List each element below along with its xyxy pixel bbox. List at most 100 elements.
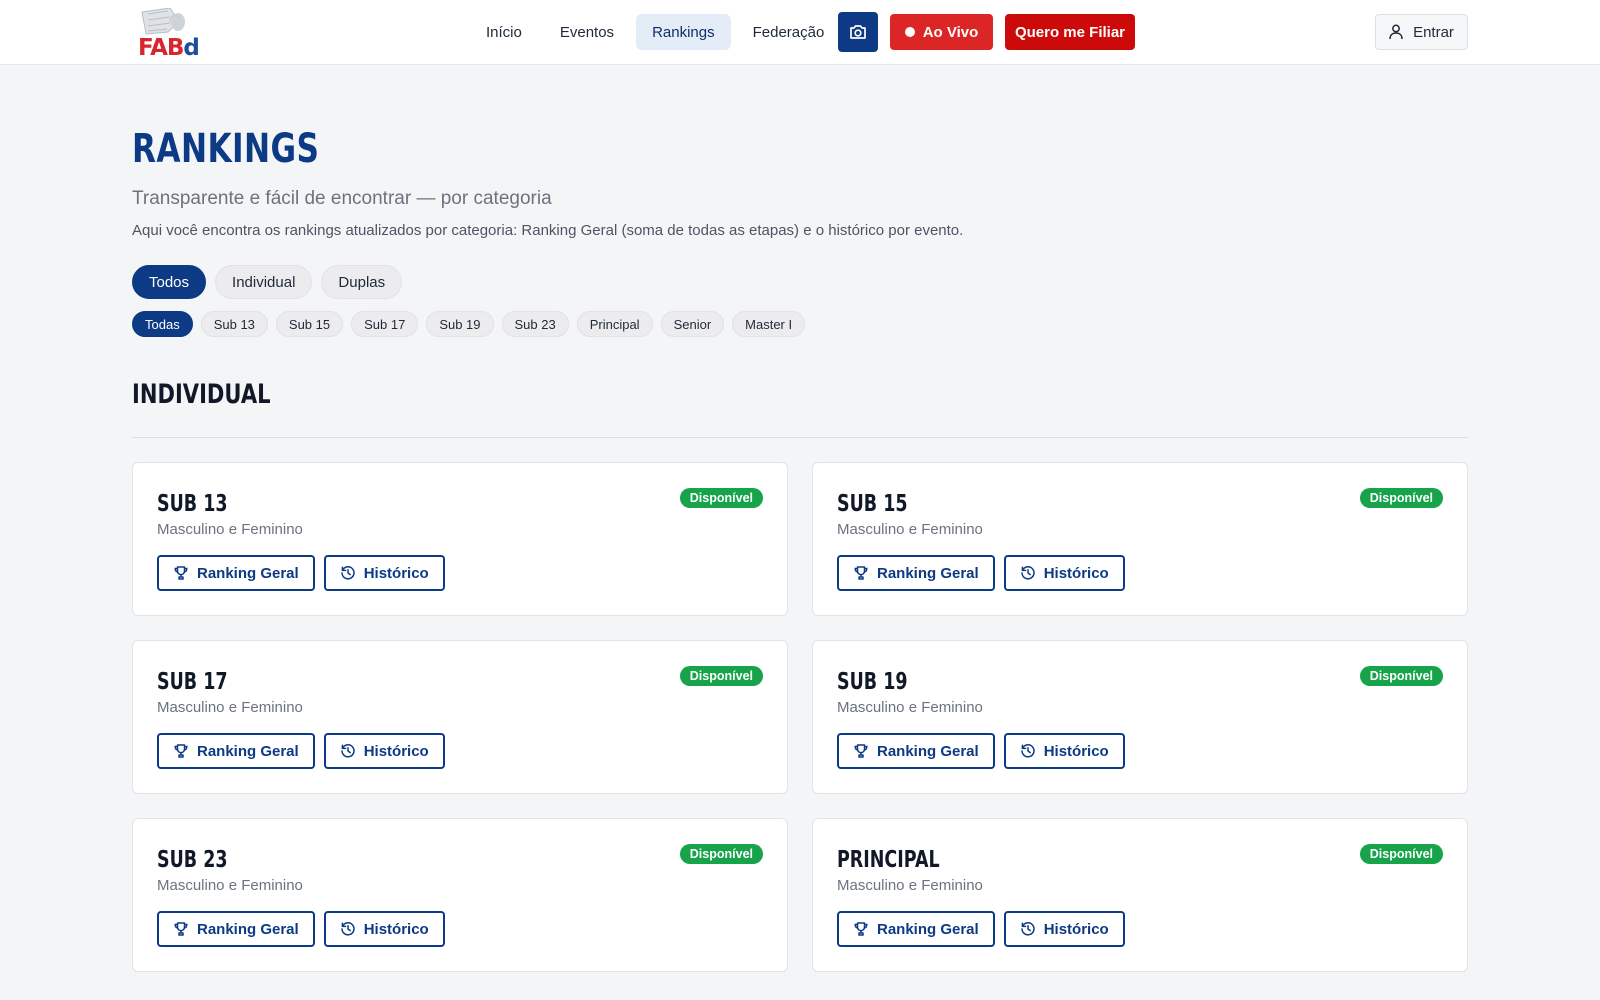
card-actions: Ranking Geral Histórico: [837, 911, 1125, 947]
type-filter-group: Todos Individual Duplas: [132, 265, 403, 299]
status-badge: Disponível: [1359, 666, 1443, 686]
filter-type-todos[interactable]: Todos: [132, 265, 207, 299]
ranking-geral-button[interactable]: Ranking Geral: [157, 733, 315, 769]
card-subtitle: Masculino e Feminino: [157, 699, 303, 716]
camera-icon: [850, 25, 866, 39]
ranking-geral-label: Ranking Geral: [877, 920, 979, 938]
ranking-card-sub-19: SUB 19 Masculino e Feminino Disponível R…: [812, 640, 1468, 794]
status-badge: Disponível: [679, 488, 763, 508]
trophy-icon: [854, 566, 868, 580]
card-title: SUB 19: [837, 669, 908, 695]
ranking-card-sub-17: SUB 17 Masculino e Feminino Disponível R…: [132, 640, 788, 794]
trophy-icon: [174, 744, 188, 758]
top-navbar: FABd Início Eventos Rankings Federação A…: [0, 0, 1600, 65]
card-subtitle: Masculino e Feminino: [157, 877, 303, 894]
historico-button[interactable]: Histórico: [1003, 911, 1125, 947]
historico-label: Histórico: [363, 920, 429, 938]
ranking-card-principal: PRINCIPAL Masculino e Feminino Disponíve…: [812, 818, 1468, 972]
status-badge: Disponível: [1359, 844, 1443, 864]
history-icon: [1020, 744, 1035, 758]
filter-cat-sub23[interactable]: Sub 23: [501, 311, 569, 337]
historico-button[interactable]: Histórico: [1003, 555, 1125, 591]
nav-item-rankings[interactable]: Rankings: [636, 14, 731, 50]
card-title: SUB 23: [157, 847, 228, 873]
card-subtitle: Masculino e Feminino: [837, 877, 983, 894]
historico-button[interactable]: Histórico: [1003, 733, 1125, 769]
section-title: INDIVIDUAL: [132, 379, 271, 410]
status-badge: Disponível: [1359, 488, 1443, 508]
category-filter-group: Todas Sub 13 Sub 15 Sub 17 Sub 19 Sub 23…: [132, 311, 806, 337]
ranking-geral-button[interactable]: Ranking Geral: [837, 733, 995, 769]
login-button[interactable]: Entrar: [1375, 14, 1468, 50]
card-title: SUB 15: [837, 491, 908, 517]
live-button[interactable]: Ao Vivo: [890, 14, 993, 50]
logo-text-red: FAB: [138, 35, 184, 61]
card-title: PRINCIPAL: [837, 847, 940, 873]
nav-item-federacao[interactable]: Federação: [737, 14, 841, 50]
filter-cat-principal[interactable]: Principal: [576, 311, 653, 337]
card-subtitle: Masculino e Feminino: [837, 699, 983, 716]
card-title: SUB 17: [157, 669, 228, 695]
ranking-geral-button[interactable]: Ranking Geral: [157, 555, 315, 591]
card-actions: Ranking Geral Histórico: [157, 733, 445, 769]
historico-button[interactable]: Histórico: [323, 911, 445, 947]
historico-label: Histórico: [363, 742, 429, 760]
historico-button[interactable]: Histórico: [323, 733, 445, 769]
card-actions: Ranking Geral Histórico: [837, 733, 1125, 769]
card-subtitle: Masculino e Feminino: [837, 521, 983, 538]
logo-text: FABd: [138, 35, 200, 61]
filter-cat-sub15[interactable]: Sub 15: [275, 311, 344, 337]
history-icon: [1020, 566, 1035, 580]
status-badge: Disponível: [679, 666, 763, 686]
page-title: RANKINGS: [132, 126, 320, 172]
historico-label: Histórico: [363, 564, 429, 582]
filter-cat-todas[interactable]: Todas: [132, 311, 193, 337]
trophy-icon: [174, 922, 188, 936]
historico-button[interactable]: Histórico: [323, 555, 445, 591]
main-nav: Início Eventos Rankings Federação: [470, 14, 840, 50]
join-button[interactable]: Quero me Filiar: [1005, 14, 1135, 50]
ranking-geral-label: Ranking Geral: [197, 564, 299, 582]
page-description: Aqui você encontra os rankings atualizad…: [132, 222, 964, 239]
filter-cat-sub19[interactable]: Sub 19: [426, 311, 494, 337]
filter-cat-sub13[interactable]: Sub 13: [200, 311, 268, 337]
shuttlecock-icon: [141, 8, 185, 35]
filter-type-individual[interactable]: Individual: [215, 265, 313, 299]
user-icon: [1389, 24, 1403, 40]
ranking-geral-label: Ranking Geral: [877, 742, 979, 760]
nav-item-inicio[interactable]: Início: [470, 14, 538, 50]
fabd-logo[interactable]: FABd: [136, 8, 226, 61]
ranking-geral-button[interactable]: Ranking Geral: [157, 911, 315, 947]
card-actions: Ranking Geral Histórico: [157, 555, 445, 591]
ranking-geral-button[interactable]: Ranking Geral: [837, 555, 995, 591]
section-divider: [132, 437, 1468, 438]
login-label: Entrar: [1413, 23, 1454, 41]
ranking-geral-label: Ranking Geral: [197, 742, 299, 760]
live-dot-icon: [904, 27, 915, 37]
trophy-icon: [854, 922, 868, 936]
card-subtitle: Masculino e Feminino: [157, 521, 303, 538]
ranking-geral-label: Ranking Geral: [877, 564, 979, 582]
logo-text-blue: d: [183, 35, 200, 61]
history-icon: [340, 922, 355, 936]
history-icon: [1020, 922, 1035, 936]
card-title: SUB 13: [157, 491, 228, 517]
ranking-geral-button[interactable]: Ranking Geral: [837, 911, 995, 947]
ranking-card-sub-13: SUB 13 Masculino e Feminino Disponível R…: [132, 462, 788, 616]
filter-cat-master-i[interactable]: Master I: [732, 311, 806, 337]
filter-cat-sub17[interactable]: Sub 17: [351, 311, 419, 337]
camera-button[interactable]: [838, 12, 878, 52]
filter-cat-senior[interactable]: Senior: [660, 311, 725, 337]
historico-label: Histórico: [1043, 920, 1109, 938]
history-icon: [340, 566, 355, 580]
ranking-card-sub-23: SUB 23 Masculino e Feminino Disponível R…: [132, 818, 788, 972]
trophy-icon: [854, 744, 868, 758]
nav-item-eventos[interactable]: Eventos: [544, 14, 630, 50]
historico-label: Histórico: [1043, 742, 1109, 760]
card-actions: Ranking Geral Histórico: [837, 555, 1125, 591]
history-icon: [340, 744, 355, 758]
filter-type-duplas[interactable]: Duplas: [321, 265, 403, 299]
card-actions: Ranking Geral Histórico: [157, 911, 445, 947]
status-badge: Disponível: [679, 844, 763, 864]
ranking-card-sub-15: SUB 15 Masculino e Feminino Disponível R…: [812, 462, 1468, 616]
